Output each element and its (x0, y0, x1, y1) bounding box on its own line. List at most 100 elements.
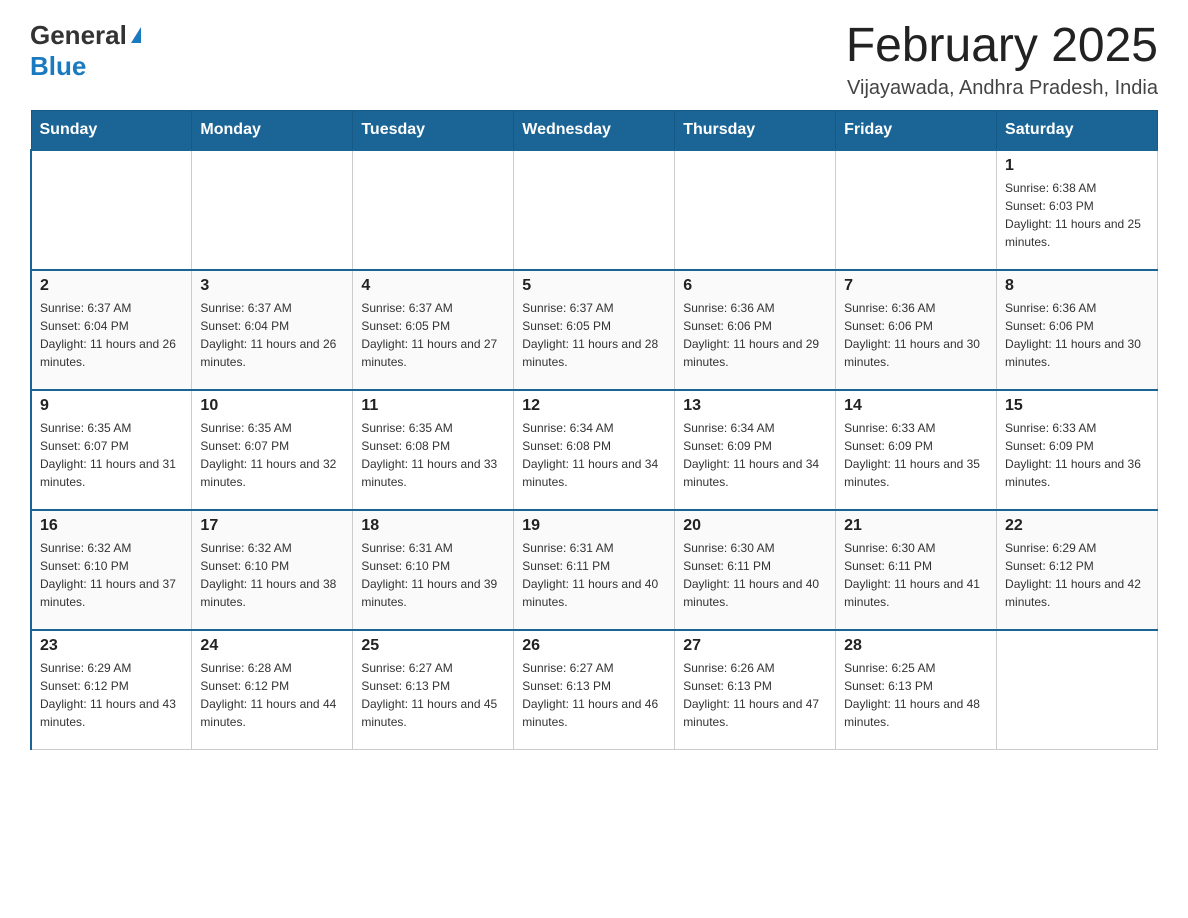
calendar-cell: 8 Sunrise: 6:36 AM Sunset: 6:06 PM Daylig… (997, 270, 1158, 390)
calendar-cell: 7 Sunrise: 6:36 AM Sunset: 6:06 PM Daylig… (836, 270, 997, 390)
calendar-week-row: 1 Sunrise: 6:38 AM Sunset: 6:03 PM Daylig… (31, 150, 1158, 270)
day-number: 16 (40, 517, 183, 535)
day-info: Sunrise: 6:34 AM Sunset: 6:08 PM Dayligh… (522, 419, 666, 491)
day-number: 26 (522, 637, 666, 655)
day-number: 4 (361, 277, 505, 295)
day-of-week-header: Wednesday (514, 110, 675, 150)
location-text: Vijayawada, Andhra Pradesh, India (846, 77, 1158, 100)
logo-blue-text: Blue (30, 51, 86, 81)
day-number: 1 (1005, 157, 1149, 175)
day-info: Sunrise: 6:37 AM Sunset: 6:04 PM Dayligh… (40, 299, 183, 371)
day-info: Sunrise: 6:36 AM Sunset: 6:06 PM Dayligh… (683, 299, 827, 371)
calendar-cell: 23 Sunrise: 6:29 AM Sunset: 6:12 PM Dayli… (31, 630, 192, 750)
day-number: 13 (683, 397, 827, 415)
calendar-cell: 25 Sunrise: 6:27 AM Sunset: 6:13 PM Dayli… (353, 630, 514, 750)
calendar-cell: 15Sunrise: 6:33 AM Sunset: 6:09 PM Dayli… (997, 390, 1158, 510)
day-info: Sunrise: 6:28 AM Sunset: 6:12 PM Dayligh… (200, 659, 344, 731)
day-number: 6 (683, 277, 827, 295)
day-info: Sunrise: 6:34 AM Sunset: 6:09 PM Dayligh… (683, 419, 827, 491)
calendar-header-row: SundayMondayTuesdayWednesdayThursdayFrid… (31, 110, 1158, 150)
day-info: Sunrise: 6:32 AM Sunset: 6:10 PM Dayligh… (40, 539, 183, 611)
calendar-cell: 16 Sunrise: 6:32 AM Sunset: 6:10 PM Dayli… (31, 510, 192, 630)
calendar-cell: 18 Sunrise: 6:31 AM Sunset: 6:10 PM Dayli… (353, 510, 514, 630)
calendar-cell: 27Sunrise: 6:26 AM Sunset: 6:13 PM Dayli… (675, 630, 836, 750)
day-number: 10 (200, 397, 344, 415)
day-of-week-header: Monday (192, 110, 353, 150)
day-number: 11 (361, 397, 505, 415)
calendar-cell: 28 Sunrise: 6:25 AM Sunset: 6:13 PM Dayli… (836, 630, 997, 750)
calendar-cell: 14 Sunrise: 6:33 AM Sunset: 6:09 PM Dayli… (836, 390, 997, 510)
day-number: 19 (522, 517, 666, 535)
calendar-cell (353, 150, 514, 270)
calendar-cell: 20Sunrise: 6:30 AM Sunset: 6:11 PM Dayli… (675, 510, 836, 630)
day-info: Sunrise: 6:30 AM Sunset: 6:11 PM Dayligh… (844, 539, 988, 611)
day-number: 24 (200, 637, 344, 655)
logo: General Blue (30, 20, 141, 82)
day-info: Sunrise: 6:27 AM Sunset: 6:13 PM Dayligh… (522, 659, 666, 731)
day-info: Sunrise: 6:32 AM Sunset: 6:10 PM Dayligh… (200, 539, 344, 611)
calendar-week-row: 9 Sunrise: 6:35 AM Sunset: 6:07 PM Daylig… (31, 390, 1158, 510)
day-number: 21 (844, 517, 988, 535)
day-number: 27 (683, 637, 827, 655)
calendar-cell: 2 Sunrise: 6:37 AM Sunset: 6:04 PM Daylig… (31, 270, 192, 390)
day-info: Sunrise: 6:36 AM Sunset: 6:06 PM Dayligh… (1005, 299, 1149, 371)
calendar-week-row: 16 Sunrise: 6:32 AM Sunset: 6:10 PM Dayli… (31, 510, 1158, 630)
calendar-cell: 11 Sunrise: 6:35 AM Sunset: 6:08 PM Dayli… (353, 390, 514, 510)
day-info: Sunrise: 6:37 AM Sunset: 6:05 PM Dayligh… (522, 299, 666, 371)
day-info: Sunrise: 6:35 AM Sunset: 6:07 PM Dayligh… (40, 419, 183, 491)
day-info: Sunrise: 6:38 AM Sunset: 6:03 PM Dayligh… (1005, 179, 1149, 251)
day-number: 7 (844, 277, 988, 295)
day-number: 23 (40, 637, 183, 655)
calendar-cell: 12 Sunrise: 6:34 AM Sunset: 6:08 PM Dayli… (514, 390, 675, 510)
day-of-week-header: Saturday (997, 110, 1158, 150)
day-of-week-header: Tuesday (353, 110, 514, 150)
day-of-week-header: Thursday (675, 110, 836, 150)
day-info: Sunrise: 6:31 AM Sunset: 6:11 PM Dayligh… (522, 539, 666, 611)
calendar-cell: 3Sunrise: 6:37 AM Sunset: 6:04 PM Daylig… (192, 270, 353, 390)
day-number: 22 (1005, 517, 1149, 535)
day-number: 17 (200, 517, 344, 535)
day-info: Sunrise: 6:33 AM Sunset: 6:09 PM Dayligh… (844, 419, 988, 491)
calendar-week-row: 23 Sunrise: 6:29 AM Sunset: 6:12 PM Dayli… (31, 630, 1158, 750)
calendar-cell (514, 150, 675, 270)
day-number: 2 (40, 277, 183, 295)
day-of-week-header: Friday (836, 110, 997, 150)
calendar-cell: 4 Sunrise: 6:37 AM Sunset: 6:05 PM Daylig… (353, 270, 514, 390)
calendar-cell: 6 Sunrise: 6:36 AM Sunset: 6:06 PM Daylig… (675, 270, 836, 390)
title-section: February 2025 Vijayawada, Andhra Pradesh… (846, 20, 1158, 100)
day-info: Sunrise: 6:33 AM Sunset: 6:09 PM Dayligh… (1005, 419, 1149, 491)
logo-general-text: General (30, 20, 127, 51)
calendar-cell: 10Sunrise: 6:35 AM Sunset: 6:07 PM Dayli… (192, 390, 353, 510)
calendar-table: SundayMondayTuesdayWednesdayThursdayFrid… (30, 110, 1158, 751)
calendar-cell: 19 Sunrise: 6:31 AM Sunset: 6:11 PM Dayli… (514, 510, 675, 630)
calendar-cell (997, 630, 1158, 750)
day-info: Sunrise: 6:29 AM Sunset: 6:12 PM Dayligh… (40, 659, 183, 731)
day-info: Sunrise: 6:25 AM Sunset: 6:13 PM Dayligh… (844, 659, 988, 731)
day-info: Sunrise: 6:36 AM Sunset: 6:06 PM Dayligh… (844, 299, 988, 371)
day-of-week-header: Sunday (31, 110, 192, 150)
day-number: 12 (522, 397, 666, 415)
calendar-cell (31, 150, 192, 270)
calendar-cell: 26 Sunrise: 6:27 AM Sunset: 6:13 PM Dayli… (514, 630, 675, 750)
calendar-cell: 9 Sunrise: 6:35 AM Sunset: 6:07 PM Daylig… (31, 390, 192, 510)
day-number: 5 (522, 277, 666, 295)
calendar-cell (192, 150, 353, 270)
day-number: 8 (1005, 277, 1149, 295)
calendar-cell: 24 Sunrise: 6:28 AM Sunset: 6:12 PM Dayli… (192, 630, 353, 750)
day-number: 25 (361, 637, 505, 655)
day-info: Sunrise: 6:27 AM Sunset: 6:13 PM Dayligh… (361, 659, 505, 731)
day-info: Sunrise: 6:35 AM Sunset: 6:08 PM Dayligh… (361, 419, 505, 491)
calendar-cell: 17 Sunrise: 6:32 AM Sunset: 6:10 PM Dayli… (192, 510, 353, 630)
calendar-cell (836, 150, 997, 270)
day-number: 18 (361, 517, 505, 535)
day-number: 20 (683, 517, 827, 535)
day-info: Sunrise: 6:37 AM Sunset: 6:05 PM Dayligh… (361, 299, 505, 371)
month-title: February 2025 (846, 20, 1158, 73)
calendar-week-row: 2 Sunrise: 6:37 AM Sunset: 6:04 PM Daylig… (31, 270, 1158, 390)
day-number: 14 (844, 397, 988, 415)
day-number: 28 (844, 637, 988, 655)
day-number: 9 (40, 397, 183, 415)
page-header: General Blue February 2025 Vijayawada, A… (30, 20, 1158, 100)
day-info: Sunrise: 6:31 AM Sunset: 6:10 PM Dayligh… (361, 539, 505, 611)
calendar-cell: 22Sunrise: 6:29 AM Sunset: 6:12 PM Dayli… (997, 510, 1158, 630)
